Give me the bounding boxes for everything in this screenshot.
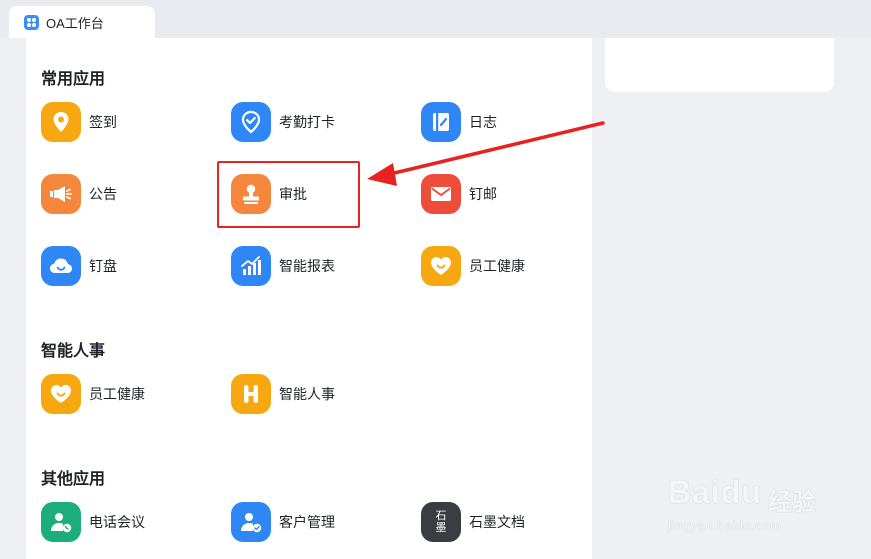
watermark-logo: Baidu <box>668 474 762 510</box>
watermark-title: 经验 <box>768 489 816 516</box>
baidu-jingyan-watermark: Baidu 经验 jingyan.baidu.com <box>668 462 828 542</box>
watermark-url: jingyan.baidu.com <box>668 518 782 533</box>
